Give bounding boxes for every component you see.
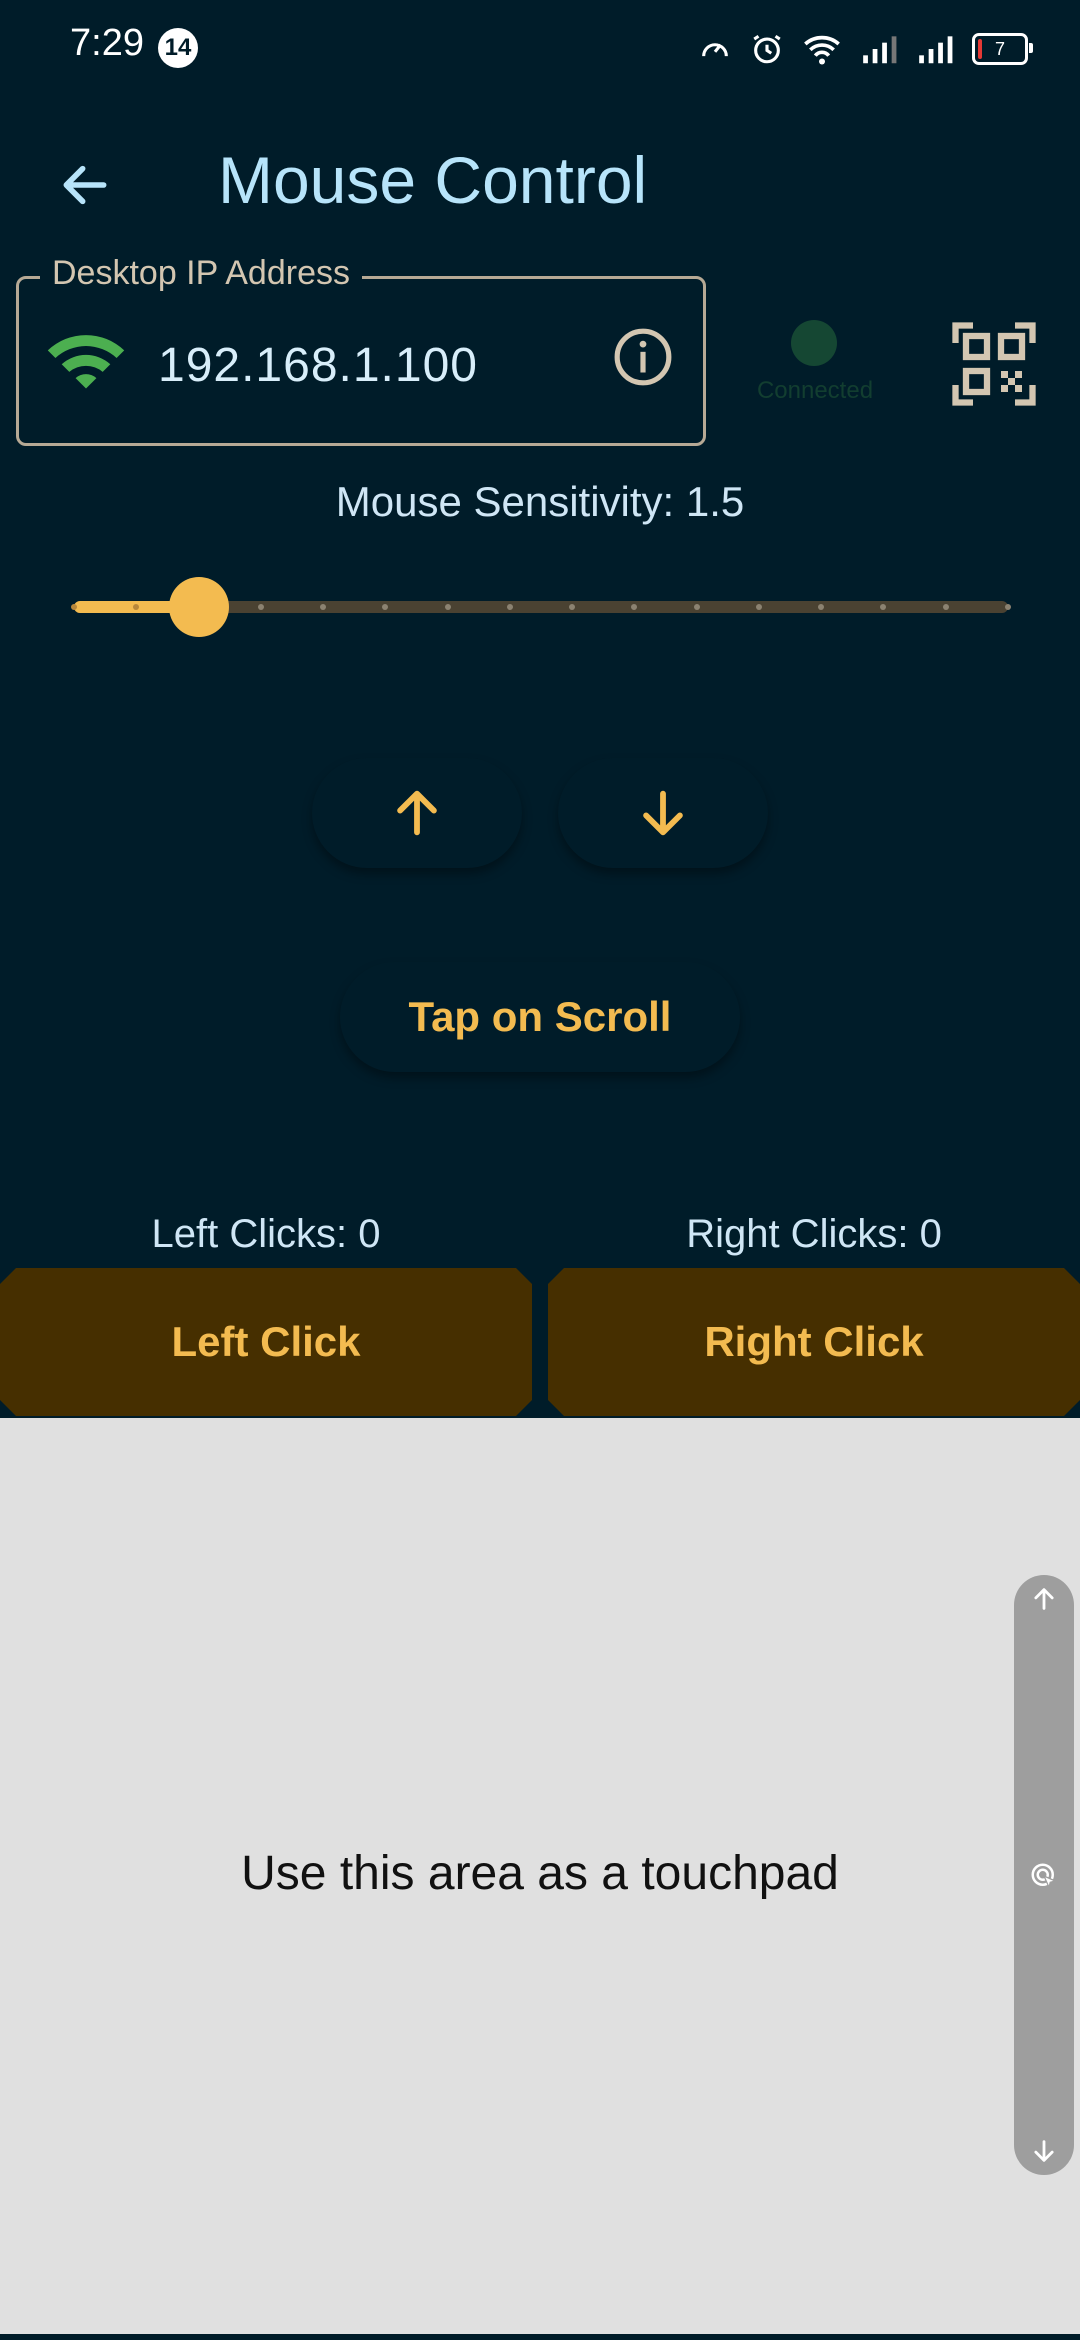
status-icons: 7 <box>698 24 1033 74</box>
notification-badge: 14 <box>158 28 198 68</box>
wifi-icon <box>44 326 128 397</box>
signal-icon <box>919 36 953 64</box>
scroll-up-button[interactable] <box>312 758 522 868</box>
left-click-count: Left Clicks: 0 <box>151 1212 381 1256</box>
left-click-button[interactable]: Left Click <box>0 1268 532 1416</box>
right-click-button[interactable]: Right Click <box>548 1268 1080 1416</box>
slider-thumb[interactable] <box>168 577 229 637</box>
slider-tick <box>71 604 77 610</box>
ip-address-label: Desktop IP Address <box>40 254 362 293</box>
battery-level: 7 <box>994 38 1005 59</box>
ip-address-input[interactable]: 192.168.1.100 <box>158 338 478 393</box>
bottom-edge <box>0 2334 1080 2340</box>
alarm-icon <box>753 34 781 64</box>
slider-tick <box>257 604 264 610</box>
connection-indicator <box>791 320 837 366</box>
wifi-icon <box>804 35 840 65</box>
right-click-count: Right Clicks: 0 <box>686 1212 942 1256</box>
touchpad-scrollbar[interactable] <box>1014 1575 1074 2175</box>
touchpad-hint: Use this area as a touchpad <box>241 1847 839 1900</box>
slider-tick <box>755 604 762 610</box>
slider-tick <box>693 604 700 610</box>
qr-code-button[interactable] <box>952 322 1036 406</box>
page-title: Mouse Control <box>218 143 648 217</box>
back-button[interactable] <box>40 140 130 230</box>
qr-code-icon <box>952 322 1036 406</box>
arrow-down-icon <box>1034 2140 1054 2162</box>
connection-status: Connected <box>756 377 874 404</box>
battery-icon: 7 <box>972 33 1033 65</box>
signal-icon <box>863 36 897 64</box>
arrow-down-icon <box>643 790 683 836</box>
slider-tick <box>942 604 949 610</box>
arrow-left-icon <box>63 165 107 205</box>
slider-tick <box>506 604 513 610</box>
touch-icon <box>1031 1863 1058 1890</box>
arrow-up-icon <box>397 790 437 836</box>
tap-on-scroll-button[interactable]: Tap on Scroll <box>340 962 740 1072</box>
sensitivity-label: Mouse Sensitivity: 1.5 <box>335 478 745 525</box>
scroll-down-button[interactable] <box>558 758 768 868</box>
arrow-up-icon <box>1034 1588 1054 1610</box>
status-time: 7:29 <box>70 22 144 64</box>
info-icon[interactable] <box>612 326 674 388</box>
slider-tick <box>1005 604 1011 610</box>
speedometer-icon <box>702 43 728 57</box>
slider-tick <box>444 604 451 610</box>
